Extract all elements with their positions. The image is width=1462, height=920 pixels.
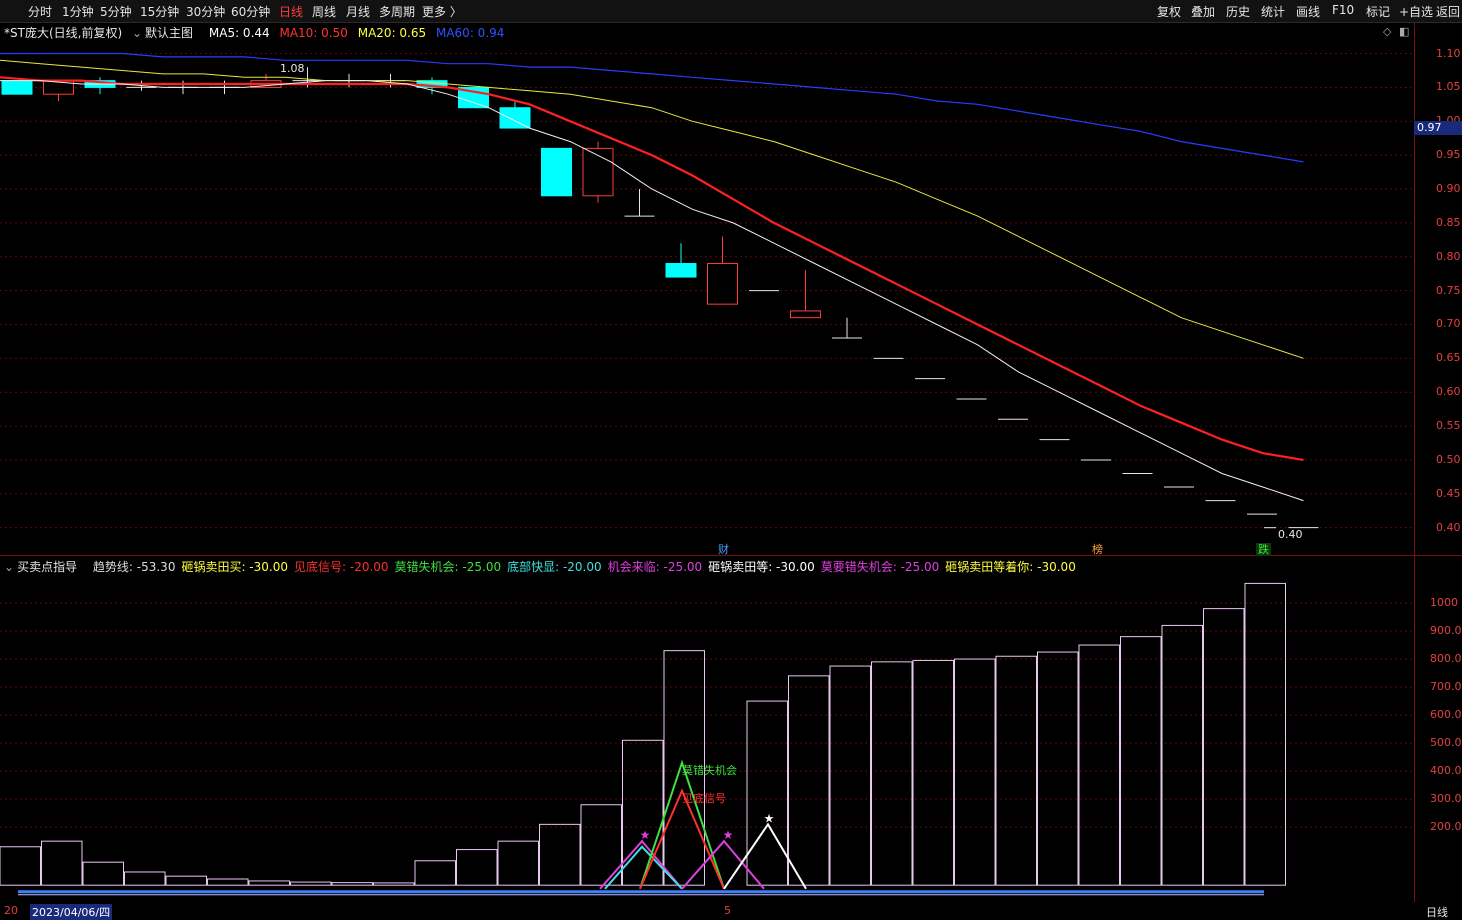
price-tick-label: 0.90 <box>1436 182 1461 195</box>
price-tick-label: 1.10 <box>1436 46 1461 60</box>
candle-body <box>1 80 33 95</box>
price-tick-label: 0.50 <box>1436 452 1461 466</box>
price-tick-label: 0.75 <box>1436 283 1461 297</box>
candle-body <box>790 310 821 319</box>
signal-green-label: 莫错失机会 <box>682 764 737 777</box>
price-tick-label: 1.05 <box>1436 80 1461 94</box>
sub-tick-label: 1000 <box>1430 596 1458 610</box>
sub-histogram-bar <box>0 846 41 886</box>
sub-histogram-bar <box>373 882 415 886</box>
sub-histogram-bar <box>165 875 207 886</box>
sub-tick-label: 700.0 <box>1430 680 1462 694</box>
price-tick-label: 0.65 <box>1436 351 1461 365</box>
sub-histogram-bar <box>829 665 871 886</box>
sub-histogram-bar <box>82 861 124 886</box>
price-tick-label: 0.60 <box>1436 385 1461 399</box>
candle-body <box>665 263 697 278</box>
sub-tick-label: 900.0 <box>1430 624 1462 638</box>
sub-histogram-bar <box>248 880 290 886</box>
sub-tick-label: 800.0 <box>1430 652 1462 666</box>
sub-histogram-bar <box>746 700 788 886</box>
price-tick-label: 0.95 <box>1436 148 1461 162</box>
date-axis: 20 2023/04/06/四 5 日线 <box>0 903 1462 920</box>
sub-histogram-bar <box>331 882 373 886</box>
sub-histogram-bar <box>414 860 456 886</box>
ma10-line <box>0 76 1304 461</box>
event-bang-badge[interactable]: 榜 <box>1090 543 1105 556</box>
sub-histogram-bar <box>1120 636 1162 886</box>
current-price-tag: 0.97 <box>1414 121 1462 135</box>
candle-body <box>707 263 738 305</box>
sub-histogram-bar <box>41 840 83 886</box>
high-annotation: 1.08 <box>280 62 305 75</box>
price-tick-label: 0.40 <box>1436 520 1461 534</box>
sub-histogram-bar <box>207 878 249 886</box>
event-cai-badge[interactable]: 财 <box>716 543 731 556</box>
event-die-badge[interactable]: 跌 <box>1256 543 1271 556</box>
candle-body <box>541 147 572 197</box>
price-tick-label: 0.55 <box>1436 419 1461 433</box>
sub-histogram-bar <box>539 823 581 886</box>
sub-tick-label: 500.0 <box>1430 736 1462 750</box>
sub-histogram-bar <box>912 659 954 886</box>
ma20-line <box>0 59 1304 359</box>
signal-mocuo-triangle <box>639 759 725 890</box>
price-tick-label: 0.70 <box>1436 317 1461 331</box>
sub-histogram-bar <box>290 881 332 886</box>
signal-star-icon: ★ <box>723 828 734 842</box>
sub-histogram-bar <box>456 849 498 886</box>
price-tick-label: 0.85 <box>1436 215 1461 229</box>
signal-star-icon: ★ <box>764 811 775 825</box>
sub-tick-label: 200.0 <box>1430 820 1462 834</box>
sub-histogram-bar <box>580 804 622 886</box>
mid-date-marker: 5 <box>724 904 731 917</box>
sub-histogram-bar <box>1203 608 1245 886</box>
sub-tick-label: 400.0 <box>1430 764 1462 778</box>
sub-histogram-bar <box>871 661 913 886</box>
price-tick-label: 0.45 <box>1436 486 1461 500</box>
sub-histogram-bar <box>1161 624 1203 886</box>
sub-histogram-bar <box>788 675 830 886</box>
date-prefix: 20 <box>4 904 18 917</box>
sub-histogram-bar <box>1244 582 1286 886</box>
price-tick-label: 0.80 <box>1436 249 1461 263</box>
sub-histogram-bar <box>1078 644 1120 886</box>
sub-histogram-bar <box>497 840 539 886</box>
sub-tick-label: 600.0 <box>1430 708 1462 722</box>
low-annotation: 0.40 <box>1278 528 1303 541</box>
back-button[interactable]: 返回 <box>1436 3 1460 20</box>
axis-divider <box>1414 22 1415 902</box>
sub-histogram-bar <box>954 658 996 886</box>
candle-body <box>499 107 531 129</box>
signal-red-label: 见底信号 <box>682 792 726 805</box>
sub-tick-label: 300.0 <box>1430 792 1462 806</box>
sub-histogram-bar <box>124 871 166 886</box>
signal-star-icon: ★ <box>640 828 651 842</box>
